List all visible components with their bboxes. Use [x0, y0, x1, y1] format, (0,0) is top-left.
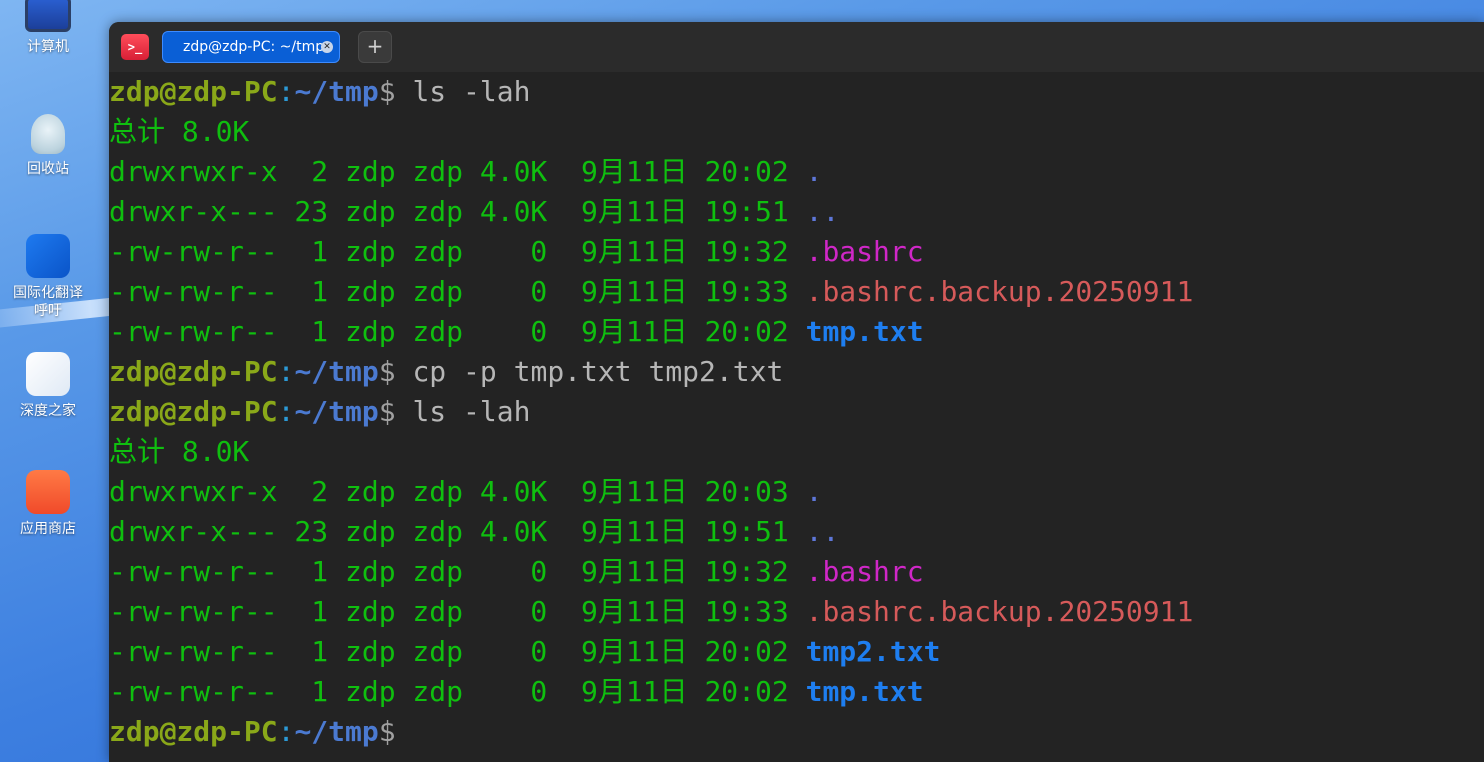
command-text: ls -lah: [412, 75, 531, 108]
desktop-icon-label: 回收站: [27, 161, 69, 177]
listing-row: -rw-rw-r-- 1 zdp zdp 0 9月11日 20:02 tmp.t…: [109, 315, 924, 348]
file-name: ..: [805, 515, 840, 548]
file-name: .: [805, 475, 823, 508]
prompt-line: zdp@zdp-PC:~/tmp$ ls -lah: [109, 395, 531, 428]
listing-row: drwxrwxr-x 2 zdp zdp 4.0K 9月11日 20:02 .: [109, 155, 823, 188]
file-name: ..: [805, 195, 840, 228]
listing-row: -rw-rw-r-- 1 zdp zdp 0 9月11日 19:33 .bash…: [109, 595, 1194, 628]
prompt-line: zdp@zdp-PC:~/tmp$ ls -lah: [109, 75, 531, 108]
file-name: .: [805, 155, 823, 188]
translate-icon: [26, 234, 70, 278]
listing-row: -rw-rw-r-- 1 zdp zdp 0 9月11日 19:32 .bash…: [109, 555, 924, 588]
listing-row: drwxr-x--- 23 zdp zdp 4.0K 9月11日 19:51 .…: [109, 195, 840, 228]
terminal-window[interactable]: >_ zdp@zdp-PC: ~/tmp ✕ + zdp@zdp-PC:~/tm…: [109, 22, 1484, 762]
terminal-output[interactable]: zdp@zdp-PC:~/tmp$ ls -lah 总计 8.0K drwxrw…: [109, 72, 1484, 762]
new-tab-button[interactable]: +: [358, 31, 392, 63]
total-line: 总计 8.0K: [109, 115, 250, 148]
file-name: .bashrc: [805, 555, 924, 588]
desktop-icons: 计算机 回收站 国际化翻译 呼吁 深度之家 应用商店: [0, 0, 100, 762]
prompt-line[interactable]: zdp@zdp-PC:~/tmp$: [109, 712, 1484, 752]
app-store-icon: [26, 470, 70, 514]
computer-icon: [25, 0, 71, 32]
file-name: tmp.txt: [805, 315, 924, 348]
desktop-icon-label: 应用商店: [20, 521, 76, 537]
desktop-icon-trash[interactable]: 回收站: [0, 114, 96, 178]
desktop-icon-translate[interactable]: 国际化翻译 呼吁: [0, 234, 96, 320]
tab-title: zdp@zdp-PC: ~/tmp: [183, 39, 325, 55]
desktop-icon-label: 深度之家: [20, 403, 76, 419]
close-icon[interactable]: ✕: [321, 41, 333, 53]
desktop-icon-computer[interactable]: 计算机: [0, 0, 96, 56]
file-name: .bashrc.backup.20250911: [805, 275, 1194, 308]
desktop-icon-app-store[interactable]: 应用商店: [0, 470, 96, 538]
terminal-app-icon[interactable]: >_: [121, 34, 149, 60]
file-name: tmp2.txt: [805, 635, 941, 668]
terminal-titlebar[interactable]: >_ zdp@zdp-PC: ~/tmp ✕ +: [109, 22, 1484, 72]
listing-row: -rw-rw-r-- 1 zdp zdp 0 9月11日 20:02 tmp.t…: [109, 675, 924, 708]
desktop-icon-label: 计算机: [27, 39, 69, 55]
file-name: .bashrc.backup.20250911: [805, 595, 1194, 628]
terminal-tab[interactable]: zdp@zdp-PC: ~/tmp ✕: [162, 31, 340, 63]
listing-row: drwxr-x--- 23 zdp zdp 4.0K 9月11日 19:51 .…: [109, 515, 840, 548]
command-text: cp -p tmp.txt tmp2.txt: [412, 355, 784, 388]
desktop-icon-deepin-home[interactable]: 深度之家: [0, 352, 96, 420]
command-text: ls -lah: [412, 395, 531, 428]
listing-row: -rw-rw-r-- 1 zdp zdp 0 9月11日 19:33 .bash…: [109, 275, 1194, 308]
prompt-line: zdp@zdp-PC:~/tmp$ cp -p tmp.txt tmp2.txt: [109, 355, 784, 388]
file-name: tmp.txt: [805, 675, 924, 708]
listing-row: -rw-rw-r-- 1 zdp zdp 0 9月11日 20:02 tmp2.…: [109, 635, 941, 668]
deepin-home-icon: [26, 352, 70, 396]
trash-icon: [31, 114, 65, 154]
desktop-icon-label: 国际化翻译 呼吁: [13, 285, 83, 319]
listing-row: -rw-rw-r-- 1 zdp zdp 0 9月11日 19:32 .bash…: [109, 235, 924, 268]
total-line: 总计 8.0K: [109, 435, 250, 468]
listing-row: drwxrwxr-x 2 zdp zdp 4.0K 9月11日 20:03 .: [109, 475, 823, 508]
file-name: .bashrc: [805, 235, 924, 268]
